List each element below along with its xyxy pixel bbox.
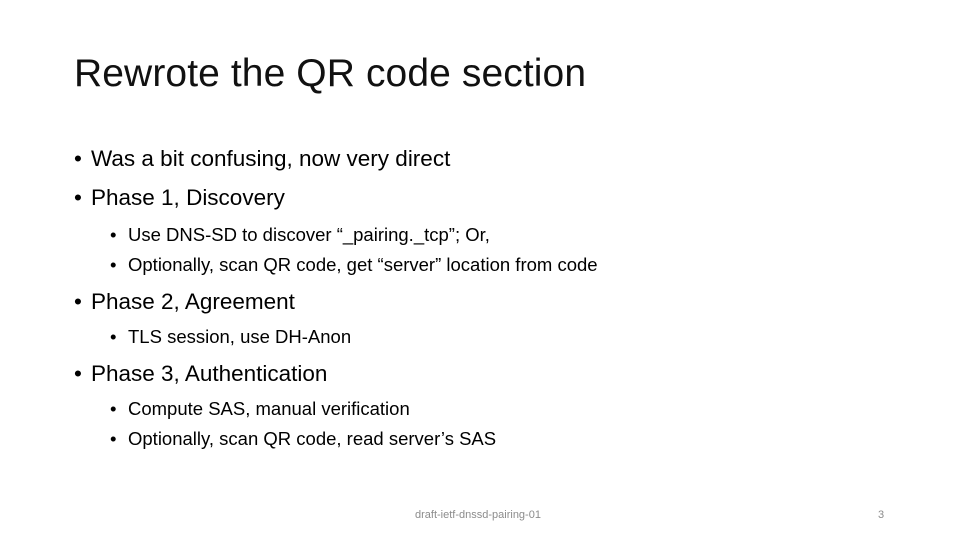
bullet-icon: • [74, 289, 82, 314]
bullet-text: Phase 1, Discovery [91, 185, 285, 210]
bullet-icon: • [110, 398, 117, 419]
sub-bullet-item: • Use DNS-SD to discover “_pairing._tcp”… [74, 224, 914, 246]
bullet-item: • Phase 3, Authentication [74, 361, 914, 387]
bullet-icon: • [74, 361, 82, 386]
bullet-text: Was a bit confusing, now very direct [91, 146, 451, 171]
bullet-text: Optionally, scan QR code, read server’s … [128, 428, 497, 449]
bullet-item: • Phase 1, Discovery [74, 185, 914, 211]
bullet-icon: • [110, 254, 117, 275]
page-number: 3 [878, 509, 885, 521]
bullet-text: Phase 3, Authentication [91, 361, 328, 386]
bullet-item: • Phase 2, Agreement [74, 289, 914, 315]
bullet-text: Compute SAS, manual verification [128, 398, 410, 419]
bullet-text: TLS session, use DH-Anon [128, 326, 352, 347]
bullet-text: Optionally, scan QR code, get “server” l… [128, 254, 598, 275]
bullet-icon: • [110, 326, 117, 347]
bullet-icon: • [74, 146, 82, 171]
bullet-text: Phase 2, Agreement [91, 289, 295, 314]
bullet-item: • Was a bit confusing, now very direct [74, 146, 914, 172]
bullet-icon: • [110, 428, 117, 449]
bullet-icon: • [110, 224, 117, 245]
sub-bullet-item: • Optionally, scan QR code, get “server”… [74, 254, 914, 276]
sub-bullet-item: • TLS session, use DH-Anon [74, 326, 914, 348]
bullet-text: Use DNS-SD to discover “_pairing._tcp”; … [128, 224, 490, 245]
bullet-list: • Was a bit confusing, now very direct •… [74, 146, 914, 450]
slide-title: Rewrote the QR code section [74, 52, 587, 95]
slide-footer: draft-ietf-dnssd-pairing-01 [415, 509, 541, 521]
bullet-icon: • [74, 185, 82, 210]
sub-bullet-item: • Optionally, scan QR code, read server’… [74, 428, 914, 450]
sub-bullet-item: • Compute SAS, manual verification [74, 398, 914, 420]
